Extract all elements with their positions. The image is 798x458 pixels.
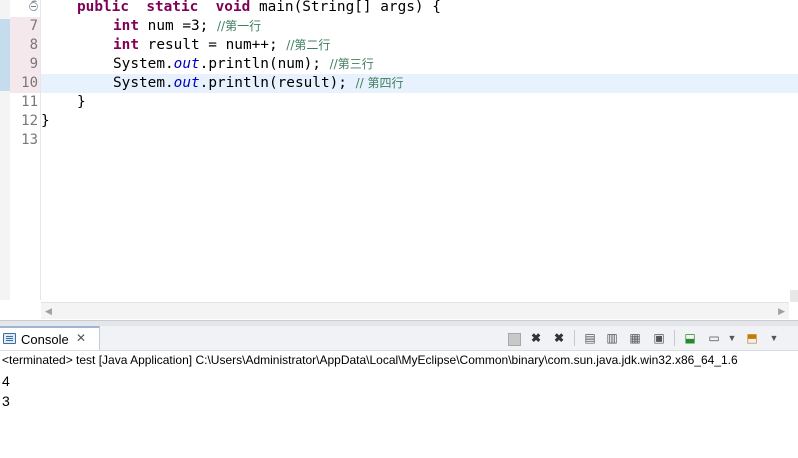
display-console-icon[interactable]: ▭ xyxy=(706,330,722,346)
line-number: 12 xyxy=(21,113,38,129)
console-output-line: 4 xyxy=(2,373,10,389)
tab-console[interactable]: Console ✕ xyxy=(0,326,100,350)
code-token: num =3; xyxy=(139,18,217,34)
code-token: .println(num); xyxy=(199,56,330,72)
code-token: System. xyxy=(113,75,174,91)
comment-token: //第三行 xyxy=(329,57,374,71)
code-area[interactable]: public static void main(String[] args) {… xyxy=(41,0,798,300)
code-line[interactable] xyxy=(41,131,798,150)
console-toolbar: Console ✕ ✖ ✖ ▤ ▥ ▦ ▣ ⬓ ▭ ▼ ⬒ ▼ xyxy=(0,326,798,351)
toolbar-separator xyxy=(674,330,675,346)
field-token: out xyxy=(173,56,200,72)
line-number: 11 xyxy=(21,94,38,110)
line-number: 8 xyxy=(10,36,40,55)
comment-token: //第一行 xyxy=(216,19,262,33)
pin-console-icon[interactable]: ⬓ xyxy=(682,330,698,346)
field-token: out xyxy=(173,75,200,91)
scroll-left-icon[interactable]: ◀ xyxy=(45,306,52,317)
code-line[interactable]: } xyxy=(41,112,798,131)
fold-collapse-icon[interactable] xyxy=(29,2,38,11)
keyword-token: int xyxy=(113,37,139,53)
ruler-annotation-mark xyxy=(0,19,10,91)
code-token: main(String[] args) { xyxy=(250,0,441,15)
code-token: .println(result); xyxy=(199,75,356,91)
line-number: 9 xyxy=(10,55,40,74)
keyword-token: static xyxy=(146,0,199,15)
console-icon xyxy=(3,333,16,344)
keyword-token: void xyxy=(215,0,251,15)
code-line[interactable]: public static void main(String[] args) { xyxy=(41,0,798,17)
code-token: result = num++; xyxy=(139,37,287,53)
console-tab-label: Console xyxy=(21,332,69,347)
code-token: } xyxy=(77,94,86,110)
comment-token: //第二行 xyxy=(286,38,331,52)
scroll-right-icon[interactable]: ▶ xyxy=(778,306,785,317)
remove-launch-icon[interactable]: ✖ xyxy=(528,330,544,346)
console-output-line: 3 xyxy=(2,393,10,409)
code-editor[interactable]: public static void main(String[] args) {… xyxy=(0,0,798,322)
clear-console-icon[interactable]: ▤ xyxy=(582,330,598,346)
code-token: System. xyxy=(113,56,174,72)
code-line[interactable]: int num =3; //第一行 xyxy=(41,17,798,36)
scroll-lock-icon[interactable]: ▥ xyxy=(604,330,620,346)
horizontal-scrollbar[interactable]: ◀ ▶ xyxy=(41,302,789,319)
toolbar-separator xyxy=(574,330,575,346)
code-line[interactable]: System.out.println(num); //第三行 xyxy=(41,55,798,74)
console-view[interactable]: Console ✕ ✖ ✖ ▤ ▥ ▦ ▣ ⬓ ▭ ▼ ⬒ ▼ <termina… xyxy=(0,326,798,458)
code-line[interactable]: } xyxy=(41,93,798,112)
show-when-stdout-icon[interactable]: ▣ xyxy=(651,330,667,346)
keyword-token: int xyxy=(113,18,139,34)
code-line[interactable]: int result = num++; //第二行 xyxy=(41,36,798,55)
line-number: 10 xyxy=(10,74,40,93)
open-console-icon[interactable]: ⬒ xyxy=(744,330,760,346)
code-token: } xyxy=(41,113,50,129)
line-number: 7 xyxy=(10,17,40,36)
vertical-scrollbar[interactable] xyxy=(790,290,798,302)
overview-ruler xyxy=(0,0,10,300)
comment-token: // 第四行 xyxy=(355,76,404,90)
close-icon[interactable]: ✕ xyxy=(76,331,86,345)
launch-status: <terminated> test [Java Application] C:\… xyxy=(2,353,738,367)
word-wrap-icon[interactable]: ▦ xyxy=(627,330,643,346)
line-number: 13 xyxy=(21,132,38,148)
code-line[interactable]: System.out.println(result); // 第四行 xyxy=(41,74,798,93)
stop-icon[interactable] xyxy=(508,333,521,346)
chevron-down-icon[interactable]: ▼ xyxy=(766,330,782,346)
keyword-token: public xyxy=(77,0,129,15)
chevron-down-icon[interactable]: ▼ xyxy=(724,330,740,346)
remove-all-icon[interactable]: ✖ xyxy=(551,330,567,346)
